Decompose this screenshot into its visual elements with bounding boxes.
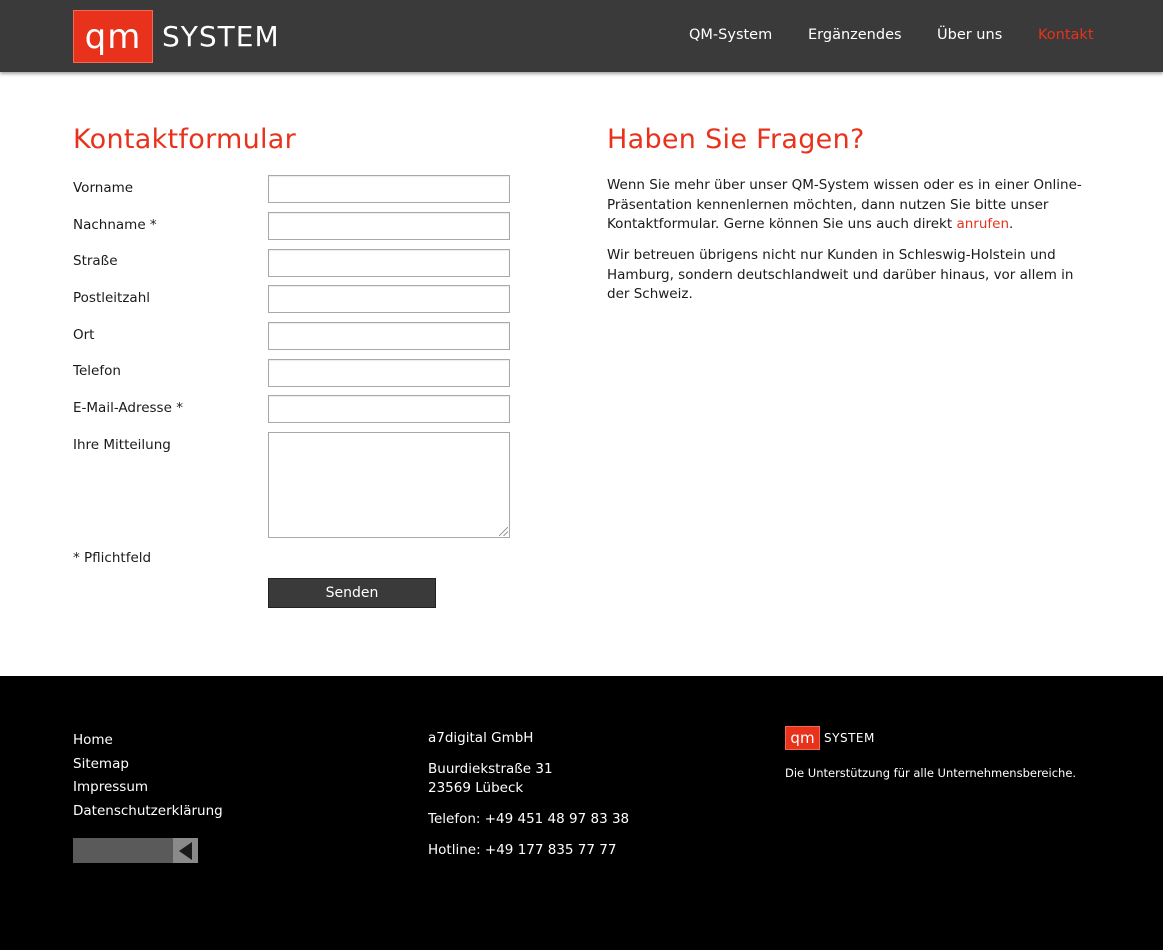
footer-logo-mark: qm bbox=[785, 726, 820, 750]
telefon-input[interactable] bbox=[268, 359, 510, 387]
company-name: a7digital GmbH bbox=[428, 730, 534, 746]
nav-qm-system[interactable]: QM-System bbox=[689, 27, 772, 43]
strasse-label: Straße bbox=[73, 253, 118, 269]
main-nav: QM-System Ergänzendes Über uns Kontakt bbox=[0, 27, 1163, 47]
footer-link-impressum[interactable]: Impressum bbox=[73, 776, 223, 800]
site-footer: Home Sitemap Impressum Datenschutzerklär… bbox=[0, 676, 1163, 950]
company-street: Buurdiekstraße 31 bbox=[428, 760, 553, 777]
form-title: Kontaktformular bbox=[73, 124, 297, 155]
call-link[interactable]: anrufen bbox=[956, 216, 1009, 232]
ort-input[interactable] bbox=[268, 322, 510, 350]
footer-logo[interactable]: qm SYSTEM bbox=[785, 726, 875, 750]
message-textarea[interactable] bbox=[268, 432, 510, 538]
footer-tagline: Die Unterstützung für alle Unternehmensb… bbox=[785, 766, 1077, 780]
company-address: Buurdiekstraße 31 23569 Lübeck bbox=[428, 760, 629, 799]
scroll-left-icon bbox=[179, 841, 192, 860]
site-header: qm SYSTEM QM-System Ergänzendes Über uns… bbox=[0, 0, 1163, 72]
company-info: a7digital GmbH Buurdiekstraße 31 23569 L… bbox=[428, 729, 629, 872]
postleitzahl-input[interactable] bbox=[268, 285, 510, 313]
postleitzahl-label: Postleitzahl bbox=[73, 290, 151, 306]
footer-link-datenschutz[interactable]: Datenschutzerklärung bbox=[73, 800, 223, 824]
company-phone: Telefon: +49 451 48 97 83 38 bbox=[428, 811, 630, 828]
nachname-input[interactable] bbox=[268, 212, 510, 240]
questions-title: Haben Sie Fragen? bbox=[607, 124, 865, 155]
nachname-label: Nachname * bbox=[73, 217, 157, 233]
intro-paragraph-2: Wir betreuen übrigens nicht nur Kunden i… bbox=[607, 247, 1074, 303]
vorname-input[interactable] bbox=[268, 175, 510, 203]
ort-label: Ort bbox=[73, 327, 95, 343]
submit-button[interactable]: Senden bbox=[268, 578, 436, 608]
telefon-label: Telefon bbox=[73, 363, 121, 379]
required-note: * Pflichtfeld bbox=[73, 550, 152, 566]
intro-text-1-end: . bbox=[1009, 216, 1014, 233]
scroll-widget[interactable] bbox=[73, 838, 198, 863]
nav-kontakt[interactable]: Kontakt bbox=[1038, 27, 1094, 43]
footer-link-sitemap[interactable]: Sitemap bbox=[73, 753, 223, 777]
email-input[interactable] bbox=[268, 395, 510, 423]
intro-paragraph-1: Wenn Sie mehr über unser QM-System wisse… bbox=[607, 176, 1097, 235]
nav-ergaenzendes[interactable]: Ergänzendes bbox=[808, 27, 902, 43]
nav-ueber-uns[interactable]: Über uns bbox=[937, 27, 1002, 43]
scroll-left-button[interactable] bbox=[173, 838, 198, 863]
company-hotline: Hotline: +49 177 835 77 77 bbox=[428, 841, 617, 858]
footer-nav: Home Sitemap Impressum Datenschutzerklär… bbox=[73, 729, 223, 824]
footer-logo-text: SYSTEM bbox=[824, 731, 875, 745]
email-label: E-Mail-Adresse * bbox=[73, 400, 183, 416]
strasse-input[interactable] bbox=[268, 249, 510, 277]
footer-link-home[interactable]: Home bbox=[73, 729, 223, 753]
message-label: Ihre Mitteilung bbox=[73, 437, 171, 453]
resize-grip-icon[interactable] bbox=[499, 527, 508, 536]
company-city: 23569 Lübeck bbox=[428, 780, 524, 797]
vorname-label: Vorname bbox=[73, 180, 134, 196]
